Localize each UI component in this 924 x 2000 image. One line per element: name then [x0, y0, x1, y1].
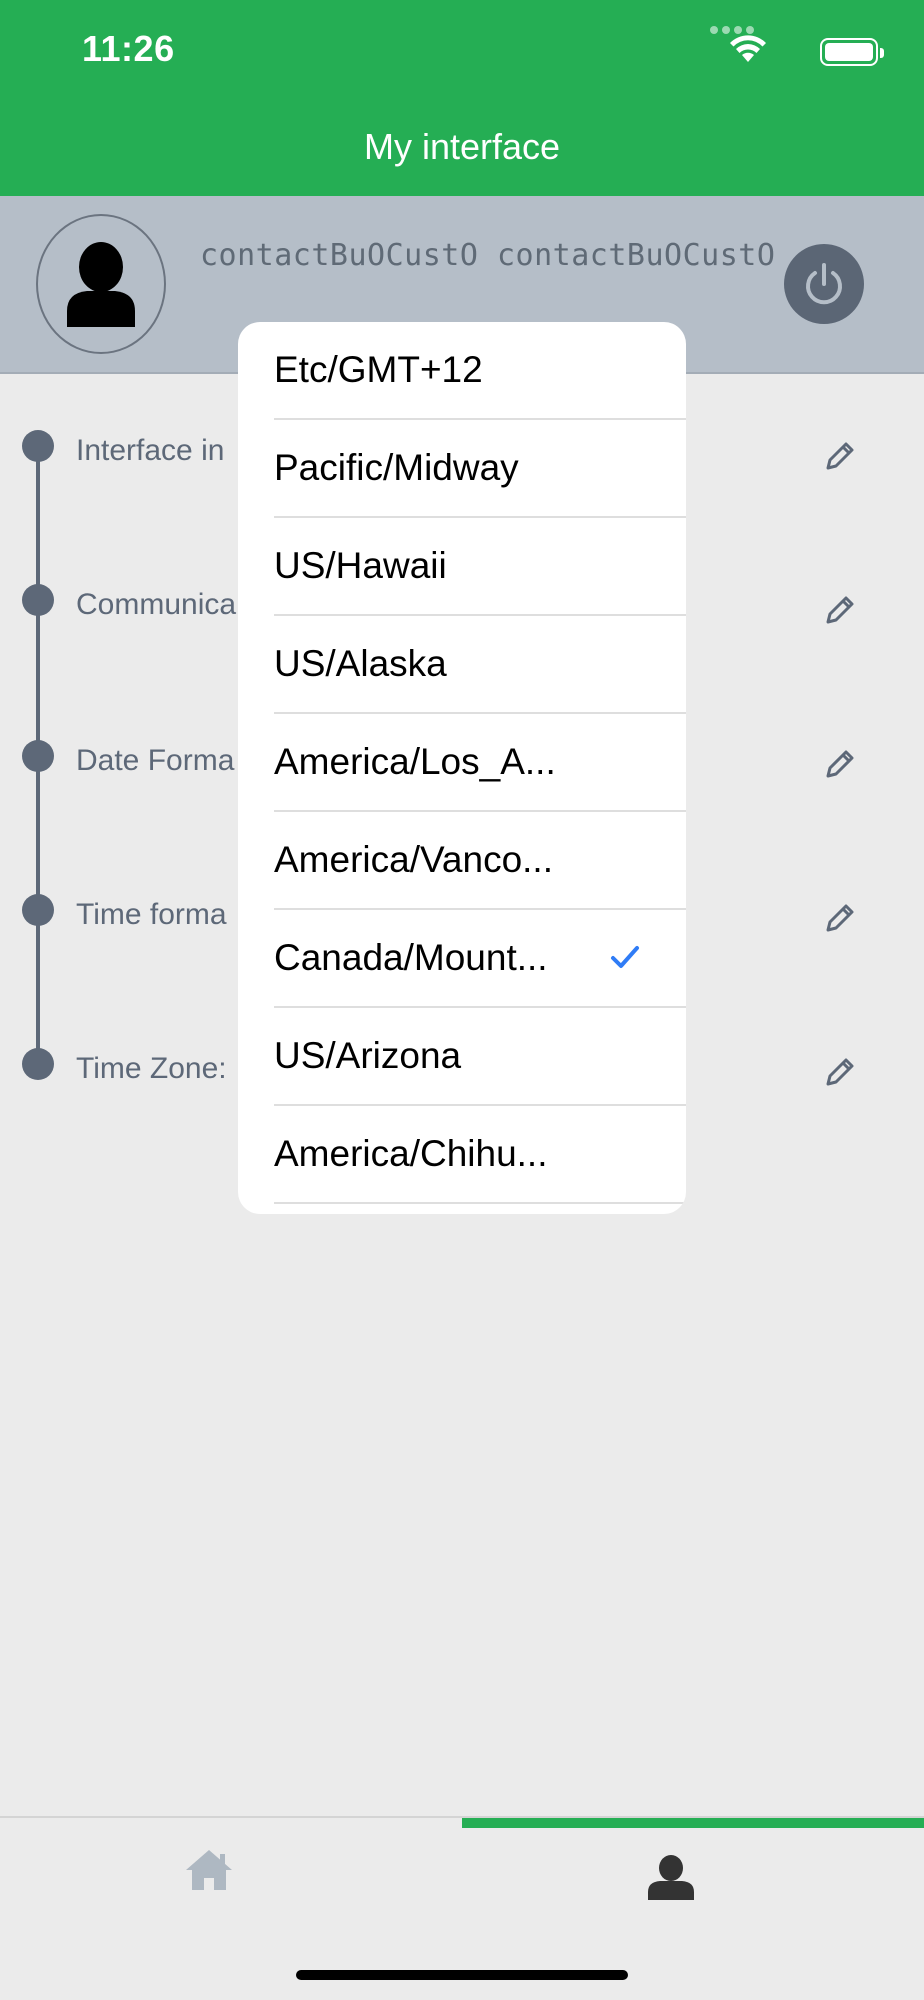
- timezone-option[interactable]: America/Chihu...: [274, 1106, 686, 1204]
- timeline-dot: [22, 430, 54, 462]
- user-name: contactBuOCustO contactBuOCustO: [200, 238, 776, 273]
- timeline-dot: [22, 584, 54, 616]
- timeline-dot: [22, 894, 54, 926]
- home-icon[interactable]: [184, 1848, 234, 1892]
- page-title: My interface: [363, 126, 561, 167]
- timezone-option[interactable]: US/Arizona: [274, 1008, 686, 1106]
- timezone-option[interactable]: Pacific/Midway: [274, 420, 686, 518]
- setting-label-interface: Interface in: [76, 434, 225, 467]
- person-icon[interactable]: [646, 1854, 696, 1900]
- wifi-icon: [730, 35, 766, 62]
- timezone-option[interactable]: Etc/GMT+12: [274, 322, 686, 420]
- pencil-icon[interactable]: [820, 898, 860, 938]
- option-label: Etc/GMT+12: [274, 349, 483, 390]
- timezone-option[interactable]: America/Vanco...: [274, 812, 686, 910]
- option-label: US/Alaska: [274, 643, 447, 684]
- option-label: America/Vanco...: [274, 839, 553, 880]
- top-bar: 11:26 My interface: [0, 0, 924, 196]
- timezone-dropdown[interactable]: Etc/GMT+12 Pacific/Midway US/Hawaii US/A…: [238, 322, 686, 1214]
- logout-button[interactable]: [784, 244, 864, 324]
- person-icon: [67, 242, 135, 327]
- option-label: Canada/Mount...: [274, 937, 548, 978]
- pencil-icon[interactable]: [820, 1052, 860, 1092]
- timezone-option[interactable]: US/Alaska: [274, 616, 686, 714]
- setting-label-time-format: Time forma: [76, 898, 227, 931]
- active-tab-indicator: [462, 1818, 924, 1828]
- timeline-dot: [22, 1048, 54, 1080]
- option-label: US/Hawaii: [274, 545, 447, 586]
- setting-label-communication: Communica: [76, 588, 237, 621]
- pencil-icon[interactable]: [820, 590, 860, 630]
- pencil-icon[interactable]: [820, 436, 860, 476]
- setting-label-date-format: Date Forma: [76, 744, 235, 777]
- option-label: America/Chihu...: [274, 1133, 548, 1174]
- option-label: Pacific/Midway: [274, 447, 519, 488]
- power-icon: [806, 263, 842, 305]
- timeline-dot: [22, 740, 54, 772]
- timezone-option[interactable]: America/Los_A...: [274, 714, 686, 812]
- timezone-option-selected[interactable]: Canada/Mount...: [274, 910, 686, 1008]
- setting-label-time-zone: Time Zone:: [76, 1052, 227, 1085]
- option-label: US/Arizona: [274, 1035, 462, 1076]
- home-indicator: [296, 1970, 628, 1980]
- status-time: 11:26: [82, 28, 175, 69]
- timezone-option[interactable]: US/Hawaii: [274, 518, 686, 616]
- avatar[interactable]: [36, 214, 166, 354]
- battery-icon: [820, 38, 884, 66]
- checkmark-icon: [611, 946, 639, 968]
- option-label: America/Los_A...: [274, 741, 556, 782]
- signal-icon: [710, 26, 754, 34]
- pencil-icon[interactable]: [820, 744, 860, 784]
